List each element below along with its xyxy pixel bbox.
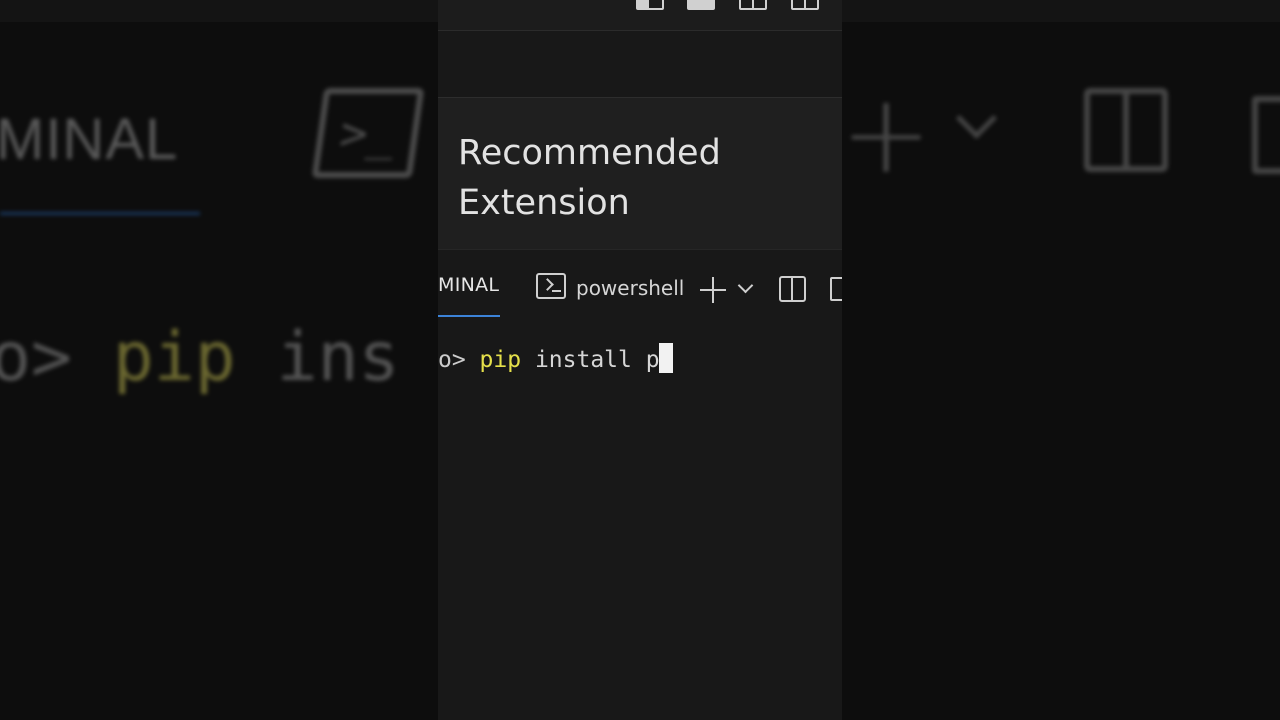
notification-title-line2: Extension — [458, 183, 630, 223]
toggle-panel-icon[interactable] — [687, 0, 715, 10]
chevron-down-icon[interactable] — [737, 277, 754, 294]
background-terminal-line: o> pip ins — [0, 318, 399, 397]
toggle-primary-sidebar-icon[interactable] — [636, 0, 664, 10]
background-trash-icon — [1252, 96, 1280, 174]
customize-layout-icon[interactable] — [791, 0, 819, 10]
background-terminal-tab-label: MINAL — [0, 107, 179, 172]
background-prompt: o> — [0, 318, 72, 397]
background-tab-underline — [0, 212, 200, 215]
notification-title: Recommended Extension — [458, 128, 828, 228]
panel-tab-bar: MINAL powershell — [438, 249, 842, 324]
recommended-extension-notification[interactable]: Recommended Extension — [438, 97, 842, 250]
new-terminal-icon[interactable] — [700, 277, 726, 303]
terminal-args: install p — [521, 347, 660, 373]
background-chevron-down-icon — [955, 97, 998, 140]
notification-title-line1: Recommended — [458, 133, 721, 173]
terminal-command: pip — [479, 347, 522, 373]
terminal-prompt: o> — [438, 347, 480, 373]
active-tab-indicator — [438, 315, 500, 317]
editor-window-crop: Recommended Extension MINAL powershell o… — [438, 0, 842, 720]
toggle-secondary-sidebar-icon[interactable] — [739, 0, 767, 10]
background-command: pip — [112, 318, 236, 397]
terminal-cursor — [658, 343, 673, 373]
terminal-input-line[interactable]: o> pip install p — [438, 342, 673, 378]
terminal-powershell-icon[interactable] — [536, 273, 566, 299]
background-terminal-icon: >_ — [311, 88, 425, 178]
tab-terminal[interactable]: MINAL — [438, 274, 499, 296]
terminal-shell-name[interactable]: powershell — [576, 276, 684, 300]
split-terminal-icon[interactable] — [779, 276, 806, 302]
background-args: ins — [276, 318, 400, 397]
trash-icon[interactable] — [830, 277, 842, 301]
background-plus-icon: + — [840, 70, 933, 198]
background-split-icon — [1084, 88, 1168, 172]
title-bar — [438, 0, 842, 31]
